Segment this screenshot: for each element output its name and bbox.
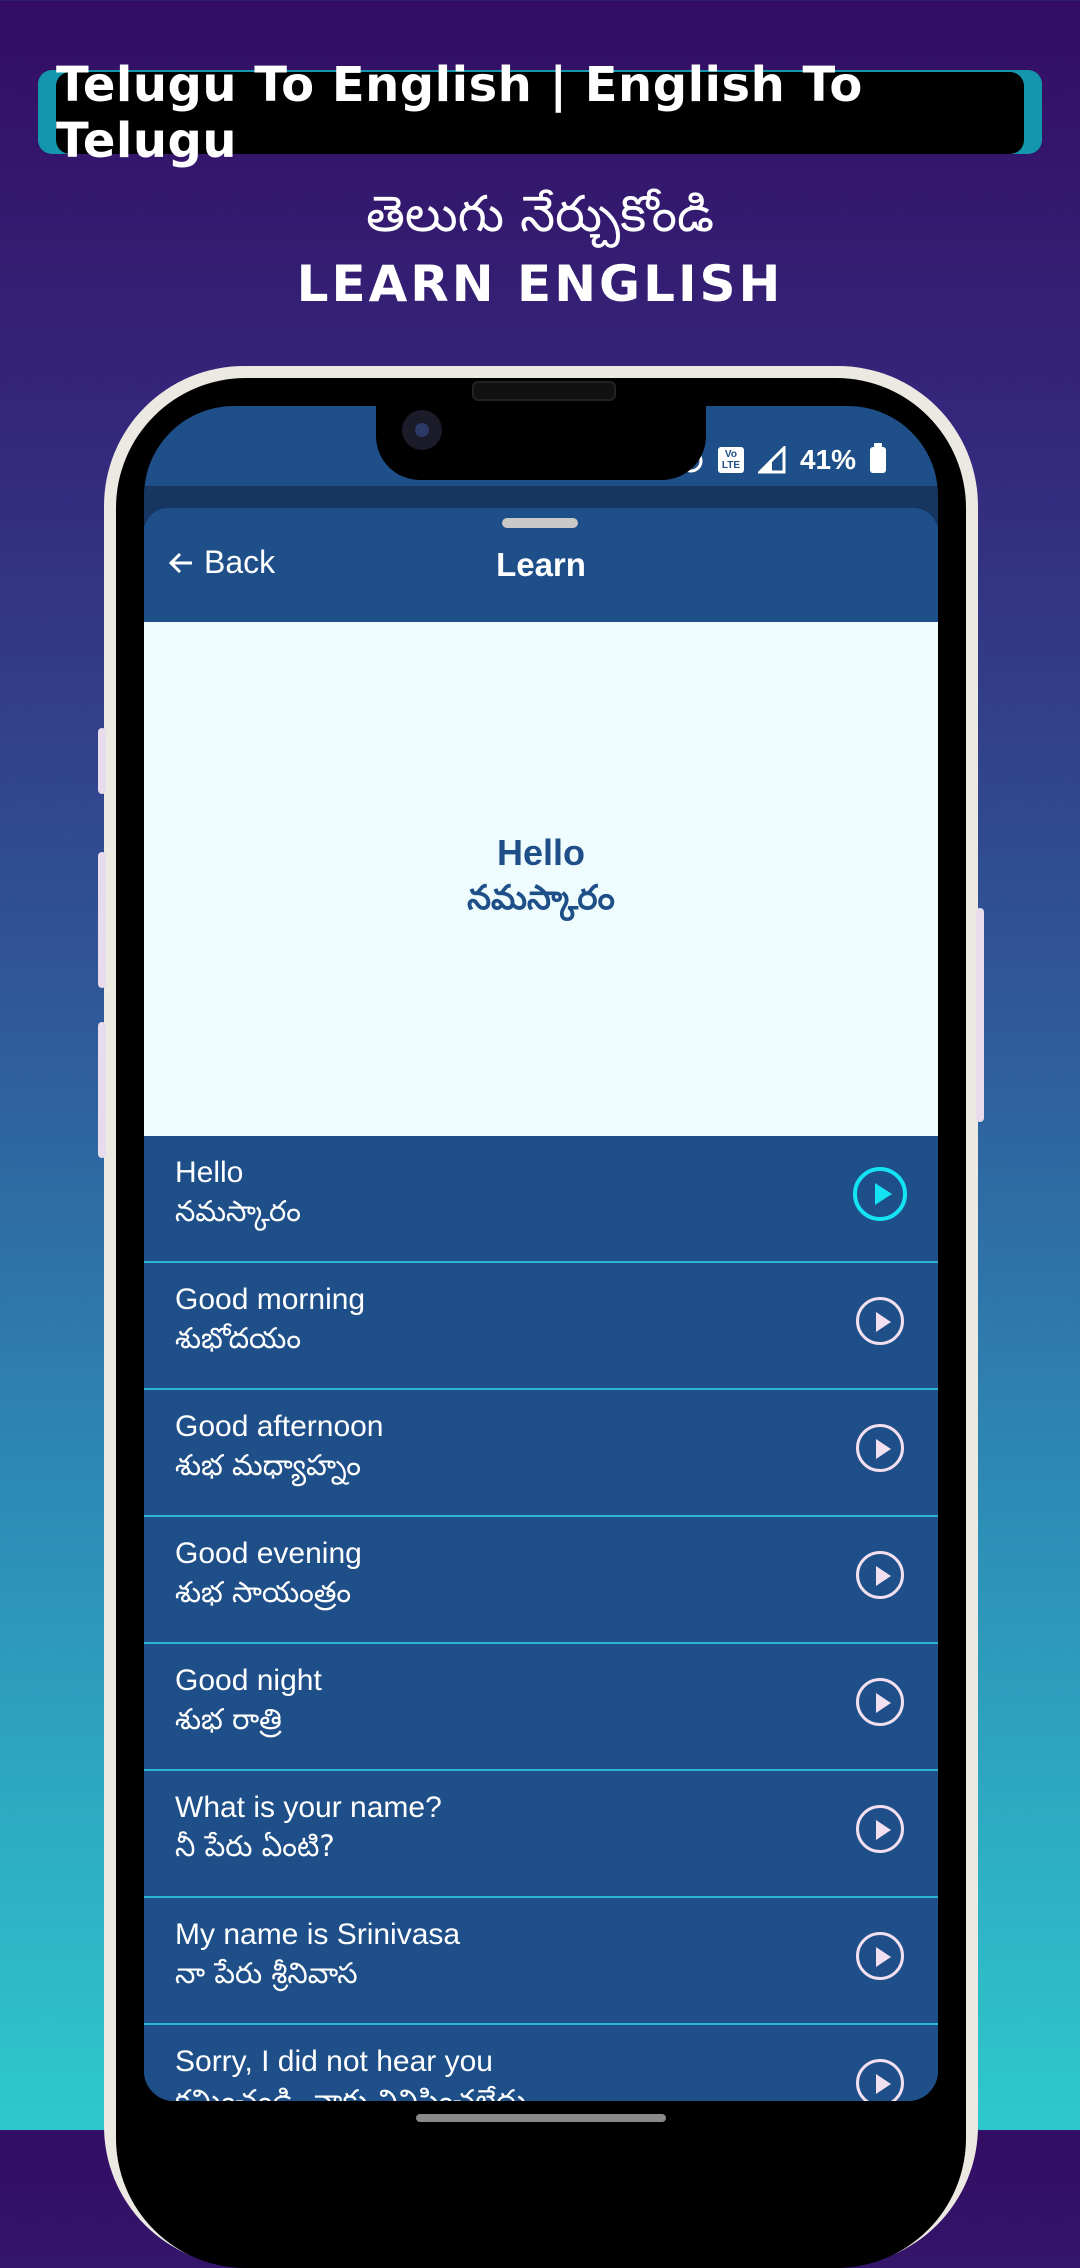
phrase-english: My name is Srinivasa xyxy=(175,1918,461,1951)
phrase-telugu: నా పేరు శ్రీనివాస xyxy=(175,1956,358,1990)
play-icon[interactable] xyxy=(856,1678,904,1726)
phrase-row[interactable]: Good afternoon శుభ మధ్యాహ్నం xyxy=(144,1390,938,1517)
display-telugu: నమస్కారం xyxy=(467,878,615,918)
play-icon[interactable] xyxy=(856,1424,904,1472)
play-icon[interactable] xyxy=(853,1167,907,1221)
volte-top-text: Vo xyxy=(724,449,737,460)
phone-side-button xyxy=(98,728,106,794)
phrase-telugu: నీ పేరు ఏంటి? xyxy=(175,1829,335,1863)
page-title: Learn xyxy=(496,546,586,583)
phrase-english: Good afternoon xyxy=(175,1410,384,1443)
phrase-english: Hello xyxy=(175,1156,244,1189)
phrase-english: Sorry, I did not hear you xyxy=(175,2045,493,2078)
drag-handle[interactable] xyxy=(502,518,578,528)
play-icon[interactable] xyxy=(856,1297,904,1345)
phrase-row[interactable]: My name is Srinivasa నా పేరు శ్రీనివాస xyxy=(144,1898,938,2025)
status-bar: Vo LTE 41% xyxy=(678,443,886,476)
phrase-row[interactable]: Good morning శుభోదయం xyxy=(144,1263,938,1390)
phrase-row[interactable]: Good evening శుభ సాయంత్రం xyxy=(144,1517,938,1644)
phrase-telugu: శుభ సాయంత్రం xyxy=(175,1575,352,1609)
phrase-telugu: శుభోదయం xyxy=(175,1321,302,1355)
phrase-telugu: శుభ రాత్రి xyxy=(175,1702,282,1736)
phrase-telugu: నమస్కారం xyxy=(175,1194,301,1228)
phone-side-button xyxy=(98,852,106,988)
signal-icon xyxy=(757,446,786,474)
phrase-english: What is your name? xyxy=(175,1791,442,1824)
play-icon[interactable] xyxy=(856,1551,904,1599)
app-screen: Vo LTE 41% Back Learn Hello నమస్కారం Hel… xyxy=(144,406,938,2101)
phone-side-button xyxy=(98,1022,106,1158)
promo-subtitle-english: LEARN ENGLISH xyxy=(296,255,784,313)
volte-bottom-text: LTE xyxy=(721,460,741,471)
phone-speaker xyxy=(472,381,616,401)
phrase-english: Good morning xyxy=(175,1283,366,1316)
volte-icon: Vo LTE xyxy=(717,447,744,473)
promo-banner: Telugu To English | English To Telugu xyxy=(38,57,1042,169)
phrase-list: Hello నమస్కారం Good morning శుభోదయం Good… xyxy=(144,1136,938,2101)
phone-side-button xyxy=(976,908,984,1122)
play-icon[interactable] xyxy=(856,2059,904,2101)
promo-banner-text: Telugu To English | English To Telugu xyxy=(56,57,1024,169)
phrase-row[interactable]: Hello నమస్కారం xyxy=(144,1136,938,1263)
learn-sheet: Back Learn Hello నమస్కారం Hello నమస్కారం… xyxy=(144,508,938,2101)
display-english: Hello xyxy=(496,832,585,873)
home-indicator[interactable] xyxy=(416,2114,666,2122)
phrase-row[interactable]: Good night శుభ రాత్రి xyxy=(144,1644,938,1771)
phrase-english: Good night xyxy=(175,1664,322,1697)
play-icon[interactable] xyxy=(856,1805,904,1853)
phrase-row[interactable]: Sorry, I did not hear you క్షమించండి, నా… xyxy=(144,2025,938,2101)
phrase-telugu: శుభ మధ్యాహ్నం xyxy=(175,1448,361,1482)
phrase-english: Good evening xyxy=(175,1537,362,1570)
phrase-display-card: Hello నమస్కారం xyxy=(144,622,938,1136)
battery-percent: 41% xyxy=(799,444,856,475)
phrase-telugu: క్షమించండి, నాకు వినిపించలేదు xyxy=(175,2083,527,2101)
front-camera xyxy=(402,410,442,450)
promo-subtitle-telugu: తెలుగు నేర్చుకోండి xyxy=(366,185,714,243)
battery-icon xyxy=(870,443,886,473)
phrase-row[interactable]: What is your name? నీ పేరు ఏంటి? xyxy=(144,1771,938,1898)
play-icon[interactable] xyxy=(856,1932,904,1980)
